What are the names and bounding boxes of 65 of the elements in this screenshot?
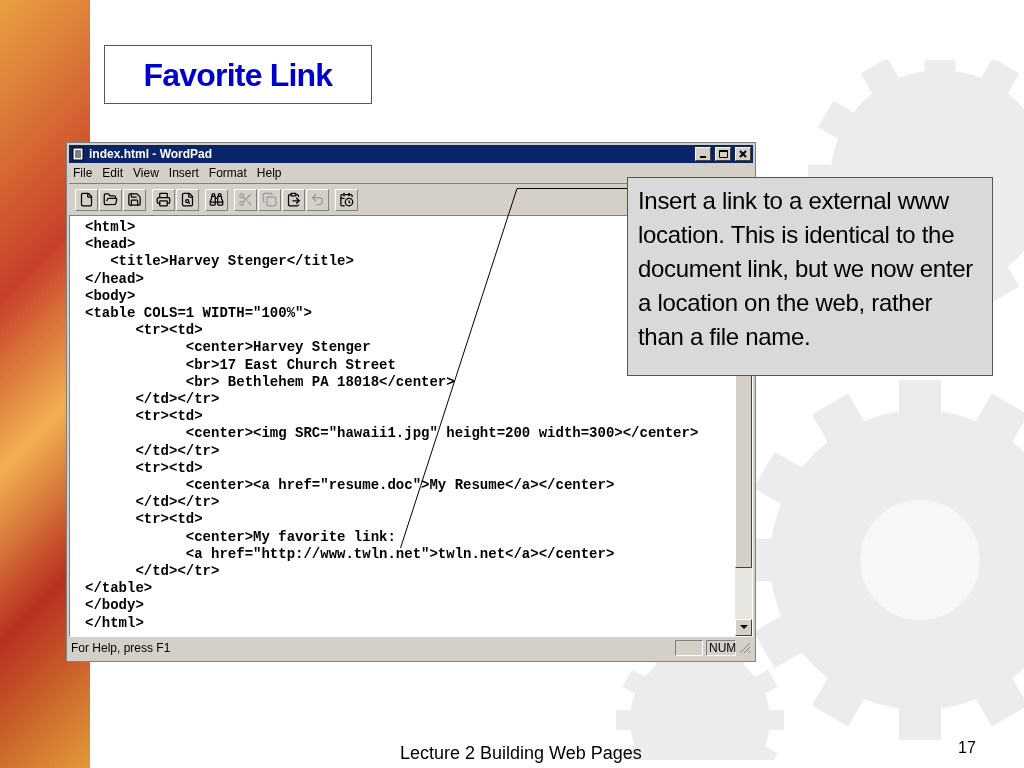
clipboard-icon xyxy=(286,192,301,207)
menu-item[interactable]: Format xyxy=(208,164,247,182)
down-arrow-icon xyxy=(739,625,748,630)
toolbar-button[interactable] xyxy=(123,188,146,211)
code-line: <table COLS=1 WIDTH="100%"> xyxy=(85,305,312,323)
toolbar-button[interactable] xyxy=(152,188,175,211)
close-button[interactable] xyxy=(735,147,751,161)
scissors-icon xyxy=(238,192,253,207)
code-line: <title>Harvey Stenger</title> xyxy=(109,253,354,271)
menu-item[interactable]: Edit xyxy=(102,164,124,182)
minimize-button[interactable] xyxy=(695,147,711,161)
maximize-button[interactable] xyxy=(715,147,731,161)
code-line: <tr><td> xyxy=(134,511,203,529)
new-document-icon xyxy=(79,192,94,207)
slide-title: Favorite Link xyxy=(143,55,333,95)
toolbar-button[interactable] xyxy=(282,188,305,211)
code-line: <center>My favorite link: xyxy=(184,528,396,546)
menu-item[interactable]: Help xyxy=(256,164,282,182)
toolbar-button[interactable] xyxy=(99,188,122,211)
code-line: <html> xyxy=(85,219,136,237)
code-line: </td></tr> xyxy=(134,442,220,460)
code-line: </table> xyxy=(85,580,153,598)
calendar-clock-icon xyxy=(339,192,354,207)
undo-icon xyxy=(310,192,325,207)
status-text: For Help, press F1 xyxy=(71,640,172,657)
printer-icon xyxy=(156,192,171,207)
code-line: <tr><td> xyxy=(134,322,203,340)
code-line: <center><img SRC="hawaii1.jpg" height=200 width=300></center> xyxy=(184,425,699,443)
code-line: <tr><td> xyxy=(134,459,203,478)
code-line: </body> xyxy=(85,597,144,615)
code-line: <center>Harvey Stenger xyxy=(184,339,371,357)
status-panel xyxy=(675,640,703,656)
code-line: <a href="http://www.twln.net">twln.net</a></center> xyxy=(184,545,615,564)
window-title: index.html - WordPad xyxy=(89,146,214,163)
minimize-icon xyxy=(700,156,706,158)
code-line: </head> xyxy=(85,270,144,288)
document-icon xyxy=(71,147,85,161)
menu-item[interactable]: File xyxy=(73,164,93,182)
binoculars-icon xyxy=(209,192,224,207)
menu-item[interactable]: Insert xyxy=(168,164,199,182)
magnifier-page-icon xyxy=(180,192,195,207)
code-line: </html> xyxy=(85,614,144,632)
toolbar-button[interactable] xyxy=(75,188,98,211)
toolbar-button[interactable] xyxy=(205,188,228,211)
code-line: <br> Bethlehem PA 18018</center> xyxy=(184,373,455,392)
callout-text: Insert a link to a external www location. This is identical to the document link, but we now enter a location on the web, rather than a file name. xyxy=(638,186,974,352)
folder-icon xyxy=(103,192,118,207)
maximize-icon xyxy=(718,150,728,158)
close-icon xyxy=(739,150,747,158)
toolbar-button[interactable] xyxy=(335,188,358,211)
scroll-down-button[interactable] xyxy=(735,619,752,636)
status-indicator: NUM xyxy=(706,640,736,656)
code-line: </td></tr> xyxy=(134,391,220,409)
resize-grip-icon xyxy=(739,642,751,654)
menu-item[interactable]: View xyxy=(133,164,159,182)
code-line: </td></tr> xyxy=(134,494,220,512)
code-line: <br>17 East Church Street xyxy=(184,356,396,374)
code-line: <body> xyxy=(85,287,136,305)
code-line: <tr><td> xyxy=(134,408,203,426)
toolbar-button[interactable] xyxy=(176,188,199,211)
code-line: </td></tr> xyxy=(134,563,220,581)
slide-footer: Lecture 2 Building Web Pages xyxy=(400,740,642,767)
code-line: <head> xyxy=(85,236,136,254)
copy-icon xyxy=(262,192,277,207)
page-number: 17 xyxy=(958,738,976,758)
